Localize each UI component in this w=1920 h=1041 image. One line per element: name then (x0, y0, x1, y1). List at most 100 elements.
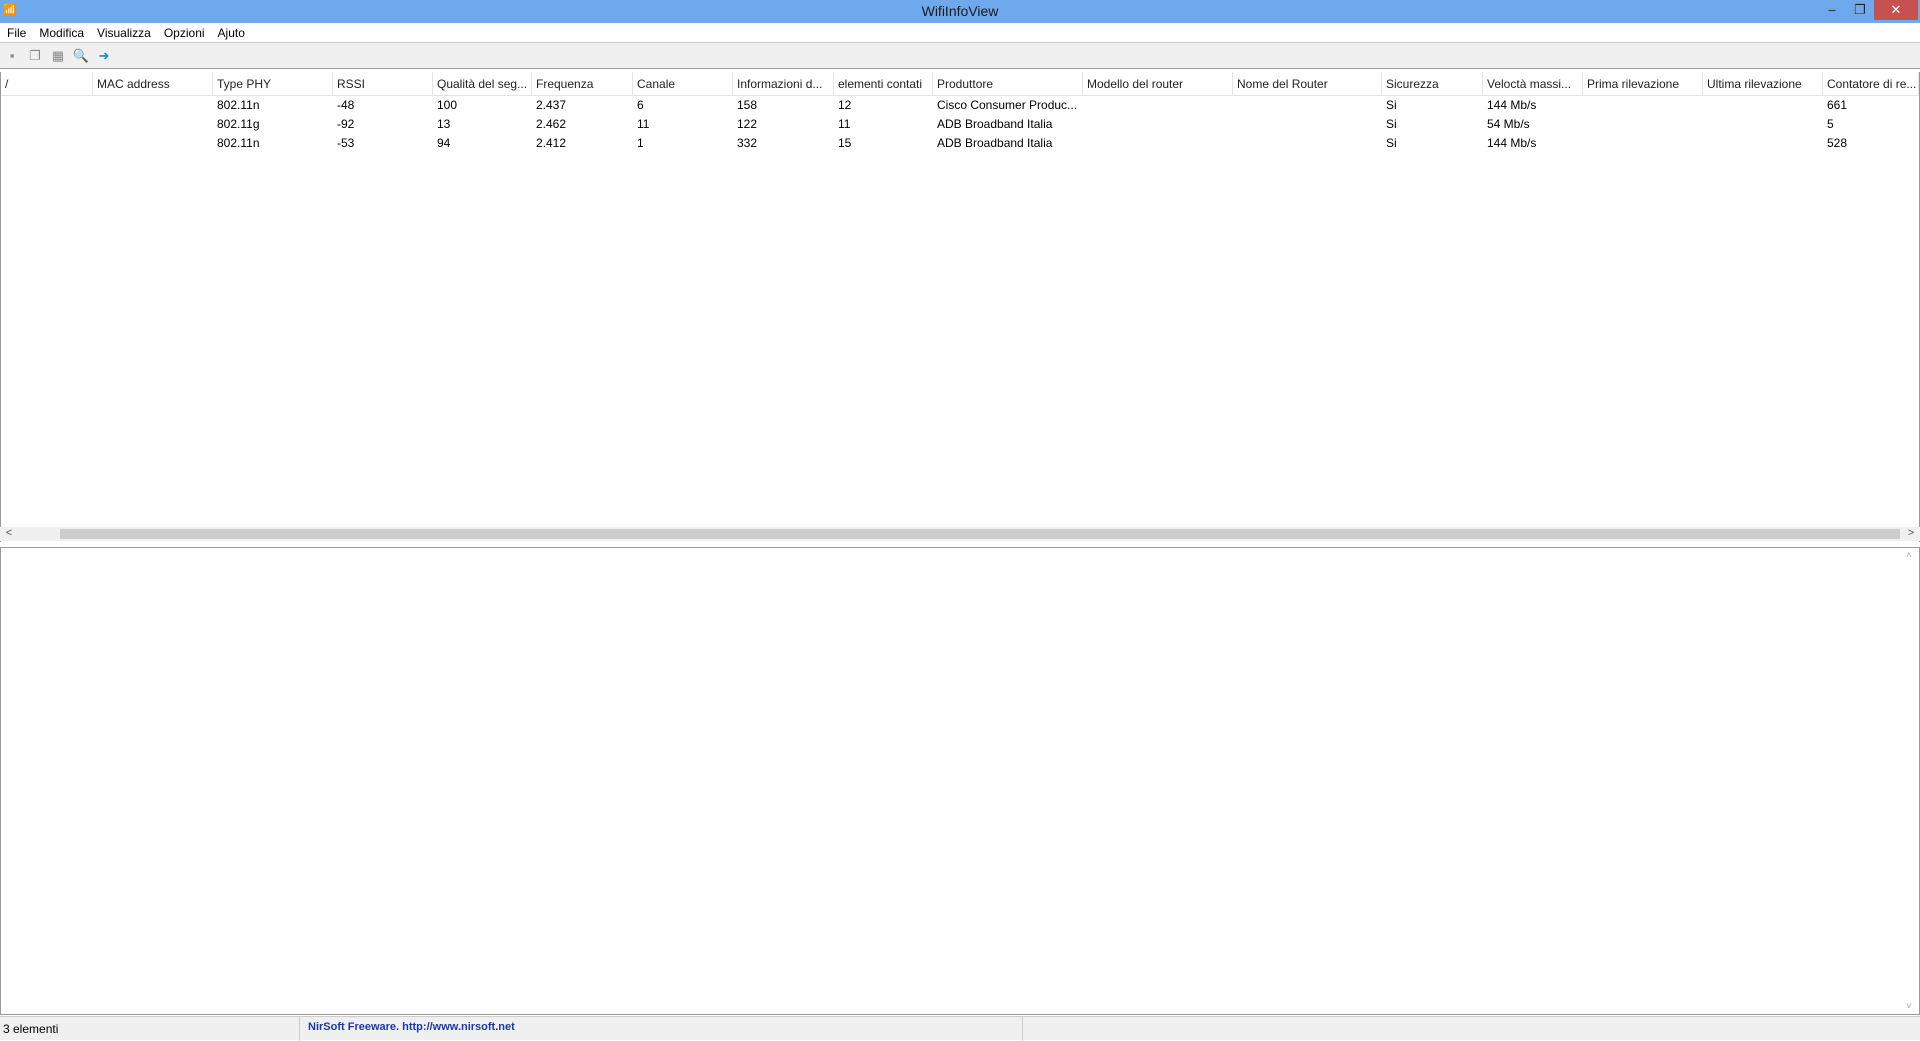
table-cell (1583, 134, 1703, 153)
exit-icon[interactable]: ➜ (95, 47, 113, 65)
table-cell (1233, 134, 1382, 153)
table-cell (1083, 96, 1233, 115)
item-count: 3 elementi (3, 1022, 59, 1036)
table-cell (1703, 96, 1823, 115)
column-header[interactable]: Frequenza (532, 72, 633, 95)
scroll-up-icon[interactable]: ˄ (1906, 550, 1912, 561)
table-cell: 5 (1827, 117, 1834, 131)
table-cell (1, 134, 93, 153)
table-cell: ADB Broadband Italia (937, 136, 1053, 150)
column-header[interactable]: Veloctà massi... (1483, 72, 1583, 95)
networks-table: / MAC address Type PHY RSSI Qualità del seg.… (0, 72, 1920, 542)
minimize-button[interactable]: – (1818, 0, 1846, 20)
table-cell (1233, 96, 1382, 115)
column-header[interactable]: Type PHY (213, 72, 333, 95)
table-cell: 11 (637, 117, 650, 131)
scroll-left-icon[interactable]: < (2, 527, 16, 539)
save-icon[interactable]: ▪ (3, 47, 21, 65)
table-cell: 122 (737, 117, 758, 131)
toolbar: ▪ ❐ ▦ 🔍 ➜ (0, 43, 1920, 69)
scroll-down-icon[interactable]: ˅ (1906, 1001, 1912, 1012)
table-cell: Si (1386, 98, 1397, 112)
scroll-right-icon[interactable]: > (1904, 527, 1918, 539)
table-cell (93, 96, 213, 115)
table-cell: -92 (337, 117, 355, 131)
table-cell: 6 (637, 98, 644, 112)
column-header[interactable]: Modello del router (1083, 72, 1233, 95)
window-title: WifiInfoView (921, 3, 999, 19)
menu-modifica[interactable]: Modifica (32, 23, 90, 40)
horizontal-scrollbar[interactable]: < > (0, 527, 1920, 541)
table-cell: 661 (1827, 98, 1848, 112)
menu-bar: File Modifica Visualizza Opzioni Ajuto (0, 23, 1920, 43)
table-cell: 100 (437, 98, 458, 112)
table-cell (1083, 134, 1233, 153)
table-cell: Cisco Consumer Produc... (937, 98, 1078, 112)
title-bar: 📶 WifiInfoView – ❐ ✕ (0, 0, 1920, 23)
table-cell: 11 (838, 117, 851, 131)
restore-button[interactable]: ❐ (1846, 0, 1874, 20)
table-cell: 158 (737, 98, 758, 112)
properties-icon[interactable]: ▦ (49, 47, 67, 65)
column-header[interactable]: Qualità del seg... (433, 72, 532, 95)
table-cell: -53 (337, 136, 355, 150)
menu-opzioni[interactable]: Opzioni (157, 23, 211, 40)
column-header[interactable]: Canale (633, 72, 733, 95)
scrollbar-thumb[interactable] (60, 529, 1900, 539)
table-cell: 54 Mb/s (1487, 117, 1530, 131)
table-cell (1703, 134, 1823, 153)
table-cell: Si (1386, 117, 1397, 131)
table-header: / MAC address Type PHY RSSI Qualità del seg.… (1, 72, 1919, 96)
table-row[interactable]: 802.11n -53 94 2.412 1 332 15 ADB Broadband Ita… (1, 134, 1919, 153)
menu-visualizza[interactable]: Visualizza (90, 23, 157, 40)
table-cell (1703, 115, 1823, 134)
table-cell: 1 (637, 136, 644, 150)
table-cell: 13 (437, 117, 451, 131)
table-cell: 332 (737, 136, 758, 150)
table-cell (93, 134, 213, 153)
table-cell: 2.412 (536, 136, 567, 150)
menu-ajuto[interactable]: Ajuto (211, 23, 251, 40)
table-body: 802.11n -48 100 2.437 6 158 12 Cisco Consumer P… (1, 96, 1919, 153)
table-cell: 15 (838, 136, 852, 150)
table-cell: 802.11n (217, 98, 260, 112)
table-cell: 12 (838, 98, 852, 112)
table-cell: 144 Mb/s (1487, 98, 1537, 112)
column-header[interactable]: Prima rilevazione (1583, 72, 1703, 95)
column-header[interactable]: RSSI (333, 72, 433, 95)
table-cell: ADB Broadband Italia (937, 117, 1053, 131)
column-header[interactable]: Informazioni d... (733, 72, 834, 95)
table-cell (93, 115, 213, 134)
table-row[interactable]: 802.11g -92 13 2.462 11 122 11 ADB Broadband It… (1, 115, 1919, 134)
column-header[interactable]: Ultima rilevazione (1703, 72, 1823, 95)
table-cell (1233, 115, 1382, 134)
table-cell: 94 (437, 136, 451, 150)
table-cell (1583, 115, 1703, 134)
table-cell: Si (1386, 136, 1397, 150)
status-bar: 3 elementi NirSoft Freeware. http://www.… (0, 1016, 1920, 1041)
details-pane: ˄ ˅ (0, 547, 1920, 1015)
table-cell (1083, 115, 1233, 134)
column-header[interactable]: elementi contati (834, 72, 933, 95)
table-cell (1, 96, 93, 115)
column-header[interactable]: Contatore di re... (1823, 72, 1919, 95)
copy-icon[interactable]: ❐ (26, 47, 44, 65)
vertical-scrollbar[interactable]: ˄ ˅ (1903, 548, 1919, 1014)
column-header[interactable]: / (1, 72, 93, 95)
close-button[interactable]: ✕ (1874, 0, 1918, 20)
find-icon[interactable]: 🔍 (72, 47, 90, 65)
table-row[interactable]: 802.11n -48 100 2.437 6 158 12 Cisco Consumer P… (1, 96, 1919, 115)
menu-file[interactable]: File (0, 23, 32, 40)
column-header[interactable]: Produttore (933, 72, 1083, 95)
table-cell (1, 115, 93, 134)
table-cell: 528 (1827, 136, 1848, 150)
table-cell: 802.11g (217, 117, 260, 131)
column-header[interactable]: MAC address (93, 72, 213, 95)
nirsoft-link[interactable]: NirSoft Freeware. http://www.nirsoft.net (308, 1021, 515, 1033)
table-cell: 2.437 (536, 98, 567, 112)
table-cell (1583, 96, 1703, 115)
table-cell: -48 (337, 98, 355, 112)
column-header[interactable]: Sicurezza (1382, 72, 1483, 95)
column-header[interactable]: Nome del Router (1233, 72, 1382, 95)
table-cell: 802.11n (217, 136, 260, 150)
